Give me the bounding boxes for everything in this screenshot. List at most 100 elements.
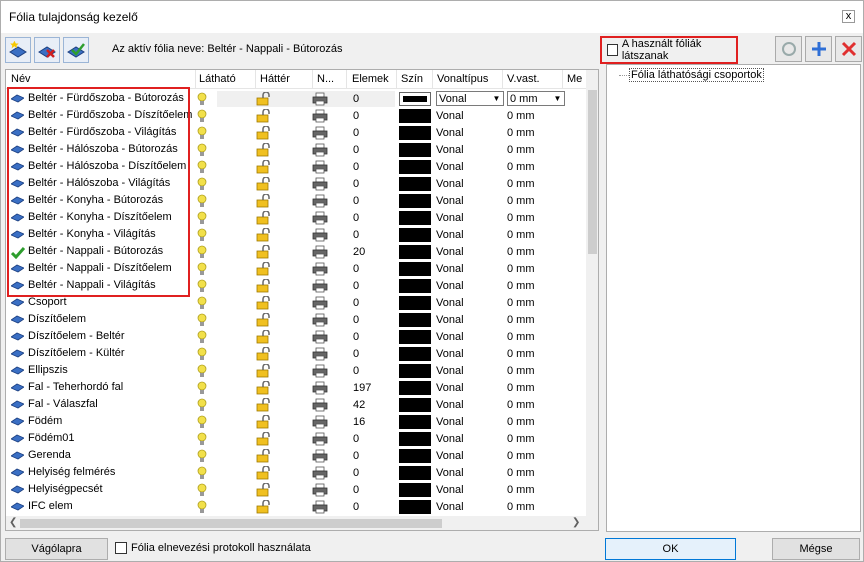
- visibility-bulb-icon[interactable]: [197, 143, 207, 160]
- color-swatch[interactable]: [399, 194, 431, 208]
- header-print[interactable]: N...: [317, 73, 334, 85]
- color-swatch[interactable]: [399, 449, 431, 463]
- background-lock-icon[interactable]: [256, 159, 272, 177]
- background-lock-icon[interactable]: [256, 465, 272, 483]
- visibility-bulb-icon[interactable]: [197, 160, 207, 177]
- color-swatch[interactable]: [399, 500, 431, 514]
- protocol-toggle[interactable]: Fólia elnevezési protokoll használata: [115, 542, 311, 554]
- visibility-bulb-icon[interactable]: [197, 194, 207, 211]
- scroll-right-icon[interactable]: ❯: [572, 517, 580, 528]
- visibility-bulb-icon[interactable]: [197, 381, 207, 398]
- color-swatch[interactable]: [399, 245, 431, 259]
- background-lock-icon[interactable]: [256, 431, 272, 449]
- scroll-left-icon[interactable]: ❮: [9, 517, 17, 528]
- background-lock-icon[interactable]: [256, 125, 272, 143]
- delete-layer-button[interactable]: [34, 37, 60, 63]
- table-row[interactable]: Helyiség felmérés 0 Vonal 0 mm: [6, 465, 586, 482]
- linetype-select[interactable]: Vonal ▼: [436, 91, 504, 106]
- add-group-button[interactable]: [805, 36, 832, 62]
- linewidth-select[interactable]: 0 mm ▼: [507, 91, 565, 106]
- table-row[interactable]: Beltér - Konyha - Díszítőelem 0 Vonal 0 mm: [6, 210, 586, 227]
- color-swatch[interactable]: [399, 177, 431, 191]
- table-row[interactable]: Helyiségpecsét 0 Vonal 0 mm: [6, 482, 586, 499]
- table-row[interactable]: Födém01 0 Vonal 0 mm: [6, 431, 586, 448]
- color-swatch[interactable]: [399, 347, 431, 361]
- visibility-bulb-icon[interactable]: [197, 279, 207, 296]
- color-swatch[interactable]: [399, 432, 431, 446]
- printer-icon[interactable]: [312, 347, 328, 364]
- printer-icon[interactable]: [312, 381, 328, 398]
- used-layers-checkbox[interactable]: [607, 44, 618, 56]
- visibility-bulb-icon[interactable]: [197, 109, 207, 126]
- set-active-layer-button[interactable]: [63, 37, 89, 63]
- visibility-bulb-icon[interactable]: [197, 347, 207, 364]
- table-row[interactable]: Beltér - Hálószoba - Világítás 0 Vonal 0 mm: [6, 176, 586, 193]
- color-swatch[interactable]: [399, 143, 431, 157]
- color-swatch[interactable]: [399, 160, 431, 174]
- printer-icon[interactable]: [312, 177, 328, 194]
- printer-icon[interactable]: [312, 449, 328, 466]
- header-color[interactable]: Szín: [401, 73, 423, 85]
- color-swatch[interactable]: [399, 296, 431, 310]
- printer-icon[interactable]: [312, 109, 328, 126]
- horizontal-scrollbar[interactable]: ❮ ❯: [6, 516, 598, 530]
- printer-icon[interactable]: [312, 313, 328, 330]
- visibility-bulb-icon[interactable]: [197, 313, 207, 330]
- background-lock-icon[interactable]: [256, 329, 272, 347]
- visibility-bulb-icon[interactable]: [197, 364, 207, 381]
- table-row[interactable]: Beltér - Fürdőszoba - Díszítőelem 0 Vonal 0…: [6, 108, 586, 125]
- visibility-bulb-icon[interactable]: [197, 126, 207, 143]
- background-lock-icon[interactable]: [256, 448, 272, 466]
- table-row[interactable]: Beltér - Nappali - Bútorozás 20 Vonal 0 mm: [6, 244, 586, 261]
- table-row[interactable]: Beltér - Hálószoba - Díszítőelem 0 Vonal 0 …: [6, 159, 586, 176]
- background-lock-icon[interactable]: [256, 244, 272, 262]
- color-swatch[interactable]: [399, 92, 431, 106]
- printer-icon[interactable]: [312, 398, 328, 415]
- visibility-bulb-icon[interactable]: [197, 483, 207, 500]
- printer-icon[interactable]: [312, 211, 328, 228]
- header-name[interactable]: Név: [11, 73, 31, 85]
- background-lock-icon[interactable]: [256, 397, 272, 415]
- tree-item-visibility-groups[interactable]: Fólia láthatósági csoportok: [629, 68, 764, 82]
- table-row[interactable]: Födém 16 Vonal 0 mm: [6, 414, 586, 431]
- table-row[interactable]: Beltér - Hálószoba - Bútorozás 0 Vonal 0 mm: [6, 142, 586, 159]
- color-swatch[interactable]: [399, 381, 431, 395]
- header-linewidth[interactable]: V.vast.: [507, 73, 540, 85]
- background-lock-icon[interactable]: [256, 363, 272, 381]
- printer-icon[interactable]: [312, 500, 328, 517]
- close-button[interactable]: x: [842, 10, 855, 23]
- table-row[interactable]: Beltér - Fürdőszoba - Világítás 0 Vonal 0 m…: [6, 125, 586, 142]
- horizontal-scroll-thumb[interactable]: [20, 519, 442, 528]
- protocol-checkbox[interactable]: [115, 542, 127, 554]
- printer-icon[interactable]: [312, 143, 328, 160]
- background-lock-icon[interactable]: [256, 91, 272, 109]
- visibility-bulb-icon[interactable]: [197, 262, 207, 279]
- new-layer-button[interactable]: [5, 37, 31, 63]
- background-lock-icon[interactable]: [256, 482, 272, 500]
- printer-icon[interactable]: [312, 126, 328, 143]
- vertical-scrollbar[interactable]: [586, 70, 598, 516]
- color-swatch[interactable]: [399, 109, 431, 123]
- header-background[interactable]: Háttér: [260, 73, 290, 85]
- visibility-bulb-icon[interactable]: [197, 228, 207, 245]
- table-row[interactable]: Beltér - Nappali - Díszítőelem 0 Vonal 0 mm: [6, 261, 586, 278]
- vertical-scroll-thumb[interactable]: [588, 90, 597, 254]
- background-lock-icon[interactable]: [256, 193, 272, 211]
- visibility-bulb-icon[interactable]: [197, 449, 207, 466]
- color-swatch[interactable]: [399, 483, 431, 497]
- color-swatch[interactable]: [399, 228, 431, 242]
- color-swatch[interactable]: [399, 313, 431, 327]
- table-row[interactable]: Díszítőelem - Kültér 0 Vonal 0 mm: [6, 346, 586, 363]
- printer-icon[interactable]: [312, 466, 328, 483]
- table-row[interactable]: Beltér - Konyha - Világítás 0 Vonal 0 mm: [6, 227, 586, 244]
- table-row[interactable]: Fal - Válaszfal 42 Vonal 0 mm: [6, 397, 586, 414]
- header-linetype[interactable]: Vonaltípus: [437, 73, 488, 85]
- background-lock-icon[interactable]: [256, 295, 272, 313]
- printer-icon[interactable]: [312, 432, 328, 449]
- color-swatch[interactable]: [399, 126, 431, 140]
- header-elements[interactable]: Elemek: [352, 73, 389, 85]
- ok-button[interactable]: OK: [605, 538, 736, 560]
- color-swatch[interactable]: [399, 415, 431, 429]
- printer-icon[interactable]: [312, 483, 328, 500]
- table-row[interactable]: Ellipszis 0 Vonal 0 mm: [6, 363, 586, 380]
